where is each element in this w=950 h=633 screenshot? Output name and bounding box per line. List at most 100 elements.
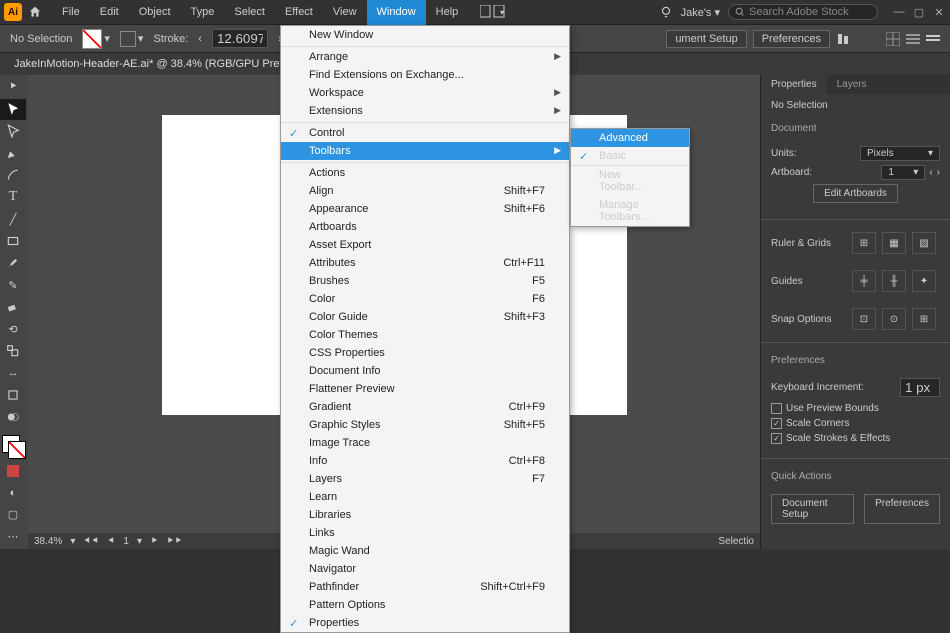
user-label[interactable]: Jake's ▾ (681, 6, 720, 19)
menu-item[interactable]: Flattener Preview (281, 380, 569, 398)
menu-object[interactable]: Object (129, 0, 181, 25)
scale-tool[interactable] (0, 341, 26, 362)
menu-item[interactable]: Pattern Options (281, 596, 569, 614)
zoom-level[interactable]: 38.4% (34, 536, 62, 547)
panel-menu-icon[interactable] (926, 32, 940, 46)
menu-item[interactable]: Workspace▶ (281, 84, 569, 102)
smart-guides-icon[interactable]: ✦ (912, 270, 936, 292)
selection-tool[interactable] (0, 99, 26, 120)
artboard-prev[interactable]: ‹ (929, 167, 932, 178)
type-tool[interactable]: T (0, 187, 26, 208)
preferences-button[interactable]: Preferences (753, 30, 830, 48)
rect-tool[interactable] (0, 231, 26, 252)
menu-item[interactable]: BrushesF5 (281, 272, 569, 290)
submenu-item[interactable]: New Toolbar... (571, 165, 689, 196)
menu-item[interactable]: Find Extensions on Exchange... (281, 66, 569, 84)
menu-item[interactable]: Extensions▶ (281, 102, 569, 120)
scale-corners-check[interactable]: ✓ (771, 418, 782, 429)
artboard-nav-prev[interactable]: ⯇⯇ (83, 536, 99, 547)
align-icon[interactable] (836, 32, 854, 46)
snap-pixel-icon[interactable]: ⊡ (852, 308, 876, 330)
width-tool[interactable]: ↔ (0, 363, 26, 384)
menu-item[interactable]: AlignShift+F7 (281, 182, 569, 200)
shaper-tool[interactable]: ✎ (0, 275, 26, 296)
menu-item[interactable]: Color Themes (281, 326, 569, 344)
menu-item[interactable]: Document Info (281, 362, 569, 380)
menu-item[interactable]: Arrange▶ (281, 46, 569, 66)
transparency-grid-icon[interactable]: ▨ (912, 232, 936, 254)
line-tool[interactable]: ╱ (0, 209, 26, 230)
fill-swatch[interactable] (82, 29, 102, 49)
menu-edit[interactable]: Edit (90, 0, 129, 25)
menu-item[interactable]: Learn (281, 488, 569, 506)
menu-item[interactable]: Libraries (281, 506, 569, 524)
submenu-item[interactable]: Advanced (571, 129, 689, 147)
ruler-icon[interactable]: ⊞ (852, 232, 876, 254)
menu-select[interactable]: Select (224, 0, 275, 25)
draw-mode-icon[interactable]: ◐ (0, 482, 26, 503)
stroke-value[interactable] (212, 29, 268, 48)
menu-item[interactable]: Asset Export (281, 236, 569, 254)
menu-effect[interactable]: Effect (275, 0, 323, 25)
artboard-next[interactable]: › (937, 167, 940, 178)
menu-file[interactable]: File (52, 0, 90, 25)
eraser-tool[interactable] (0, 297, 26, 318)
menu-item[interactable]: Image Trace (281, 434, 569, 452)
color-mode-icon[interactable] (0, 460, 26, 481)
bulb-icon[interactable] (659, 5, 673, 19)
chevron-down-icon[interactable]: ▾ (138, 32, 144, 45)
snap-grid-icon[interactable]: ⊞ (912, 308, 936, 330)
units-select[interactable]: Pixels▾ (860, 146, 940, 161)
screen-mode-icon[interactable]: ▢ (0, 504, 26, 525)
artboard-select[interactable]: 1▾ (881, 165, 925, 180)
shape-builder-tool[interactable] (0, 407, 26, 428)
use-preview-check[interactable] (771, 403, 782, 414)
menu-item[interactable]: AttributesCtrl+F11 (281, 254, 569, 272)
kb-increment-input[interactable] (900, 378, 940, 397)
menu-item[interactable]: InfoCtrl+F8 (281, 452, 569, 470)
menu-item[interactable]: LayersF7 (281, 470, 569, 488)
menu-item[interactable]: Artboards (281, 218, 569, 236)
menu-item[interactable]: GradientCtrl+F9 (281, 398, 569, 416)
artboard-nav-next1[interactable]: ⯈ (150, 536, 158, 547)
layout-list-icon[interactable] (906, 32, 920, 46)
fill-stroke-swatches[interactable] (2, 435, 28, 460)
menu-item[interactable]: AppearanceShift+F6 (281, 200, 569, 218)
menu-item[interactable]: Actions (281, 162, 569, 182)
edit-artboards-button[interactable]: Edit Artboards (813, 184, 898, 203)
menu-item[interactable]: Magic Wand (281, 542, 569, 560)
scale-strokes-check[interactable]: ✓ (771, 433, 782, 444)
guides-icon[interactable]: ╪ (852, 270, 876, 292)
menu-type[interactable]: Type (181, 0, 225, 25)
stroke-stepper-down[interactable]: ‹ (198, 33, 202, 45)
menu-item[interactable]: New Window (281, 26, 569, 44)
stock-search[interactable]: Search Adobe Stock (728, 4, 878, 20)
maximize-button[interactable]: ▢ (912, 6, 926, 19)
chevron-down-icon[interactable]: ▾ (104, 32, 110, 45)
artboard-nav-next[interactable]: ⯈⯈ (166, 536, 182, 547)
stroke-swatch[interactable] (120, 31, 136, 47)
grid-icon[interactable]: ▦ (882, 232, 906, 254)
menu-item[interactable]: Color GuideShift+F3 (281, 308, 569, 326)
tab-layers[interactable]: Layers (827, 75, 877, 94)
menu-help[interactable]: Help (426, 0, 469, 25)
brush-tool[interactable] (0, 253, 26, 274)
rotate-tool[interactable]: ⟲ (0, 319, 26, 340)
layout-grid-icon[interactable] (886, 32, 900, 46)
pen-tool[interactable] (0, 143, 26, 164)
artboard-nav-prev1[interactable]: ⯇ (107, 536, 115, 547)
artboard-number[interactable]: 1 (123, 536, 129, 547)
submenu-item[interactable]: ✓Basic (571, 147, 689, 165)
menu-item[interactable]: CSS Properties (281, 344, 569, 362)
menu-item[interactable]: ✓Control (281, 122, 569, 142)
menu-item[interactable]: Toolbars▶ (281, 142, 569, 160)
tool-collapse[interactable]: ⯈ (0, 77, 26, 98)
free-transform-tool[interactable] (0, 385, 26, 406)
qa-preferences-button[interactable]: Preferences (864, 494, 940, 524)
doc-setup-button[interactable]: ument Setup (666, 30, 746, 48)
edit-toolbar-icon[interactable]: ⋯ (0, 526, 26, 547)
lock-guides-icon[interactable]: ╫ (882, 270, 906, 292)
menu-item[interactable]: PathfinderShift+Ctrl+F9 (281, 578, 569, 596)
menu-view[interactable]: View (323, 0, 367, 25)
direct-select-tool[interactable] (0, 121, 26, 142)
